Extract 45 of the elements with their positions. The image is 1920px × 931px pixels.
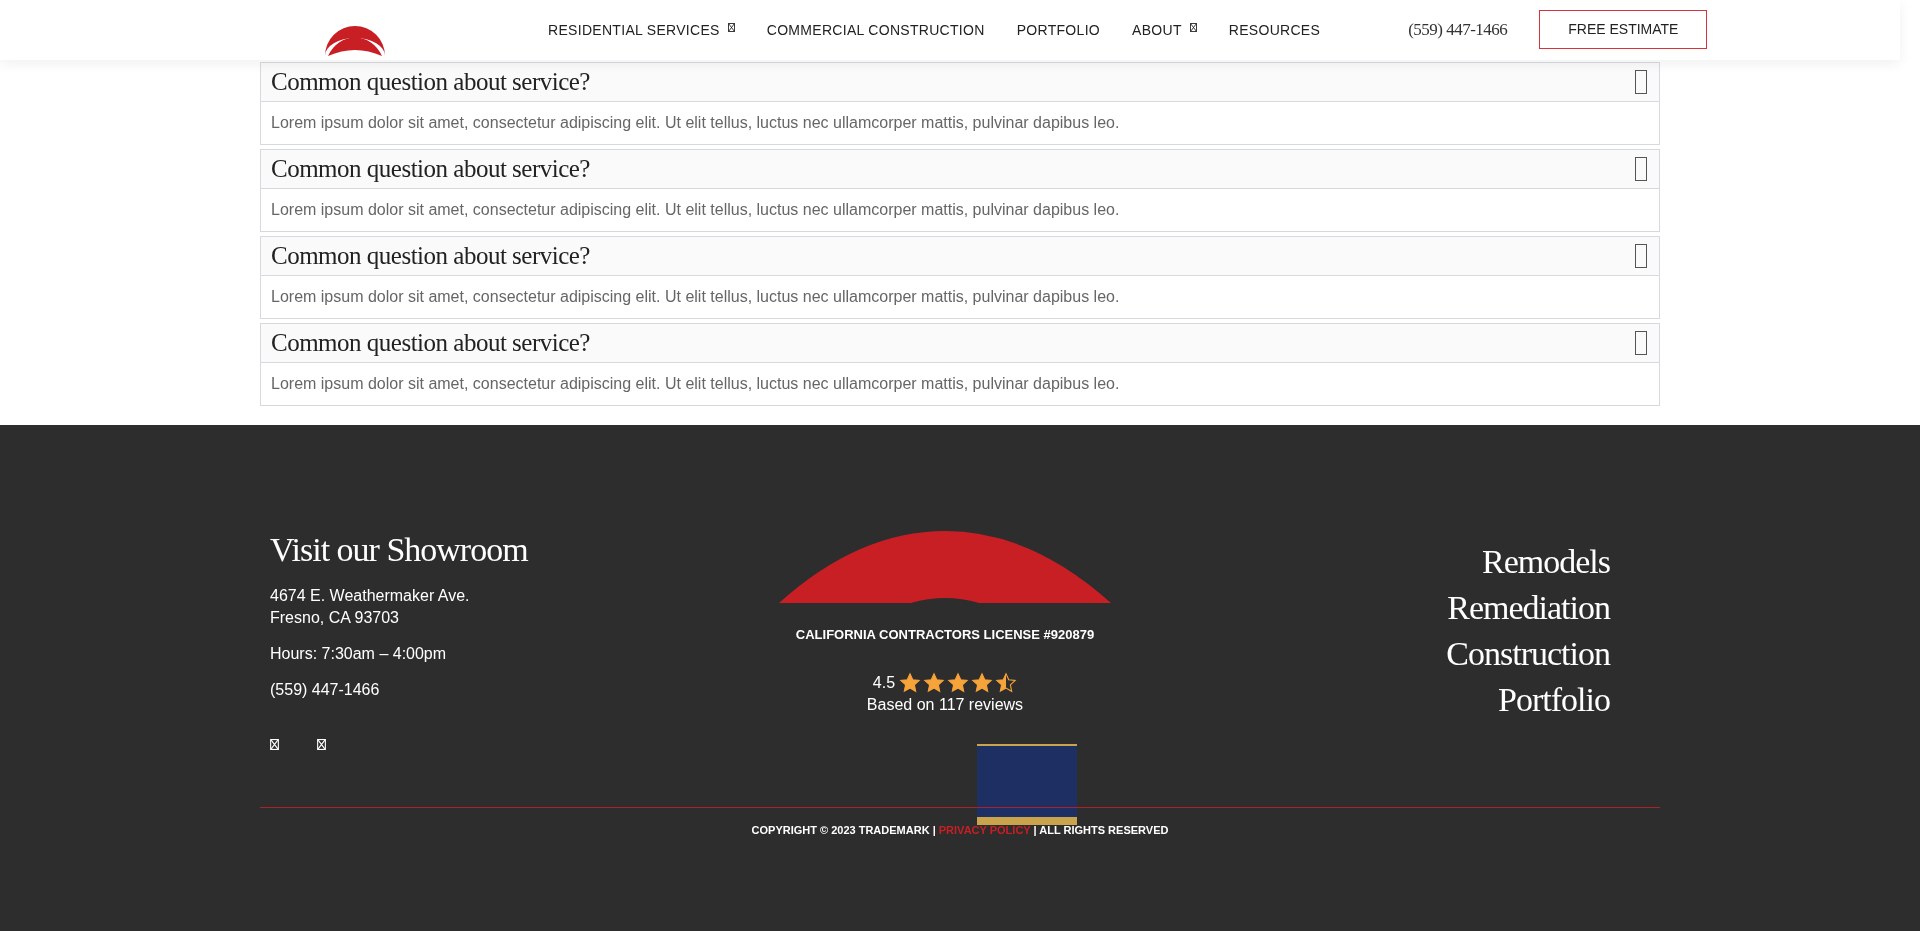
hours-text: Hours: 7:30am – 4:00pm <box>270 644 448 664</box>
address-text: 4674 E. Weathermaker Ave. Fresno, CA 93703 <box>270 586 471 628</box>
boxed-x-icon <box>727 22 735 32</box>
answer-text: Lorem ipsum dolor sit amet, consectetur adipiscing elit. Ut elit tellus, luctus nec ullamcorper mattis, pulvinar dapibus leo. <box>270 113 1121 133</box>
toggle-icon[interactable] <box>1635 331 1647 355</box>
question-text: Common question about service? <box>271 329 590 357</box>
nav-link[interactable]: RESIDENTIAL SERVICES <box>548 22 735 38</box>
star-icon <box>947 672 970 694</box>
star-icon <box>923 672 946 694</box>
phone-text: (559) 447-1466 <box>270 680 381 700</box>
boxed-x-icon <box>1189 22 1197 32</box>
showroom-heading: Visit our Showroom <box>270 531 529 569</box>
footer-link[interactable]: Remediation <box>1447 585 1610 631</box>
nav-link[interactable]: PORTFOLIO <box>1016 22 1100 38</box>
star-icon <box>995 672 1018 694</box>
answer-text: Lorem ipsum dolor sit amet, consectetur adipiscing elit. Ut elit tellus, luctus nec ullamcorper mattis, pulvinar dapibus leo. <box>270 200 1121 220</box>
boxed-x-icon[interactable] <box>270 739 279 750</box>
answer-text: Lorem ipsum dolor sit amet, consectetur adipiscing elit. Ut elit tellus, luctus nec ullamcorper mattis, pulvinar dapibus leo. <box>270 374 1121 394</box>
free-estimate-button[interactable]: FREE ESTIMATE <box>1539 9 1708 49</box>
rating-score: 4.5 <box>872 674 896 692</box>
toggle-icon[interactable] <box>1635 244 1647 268</box>
question-row[interactable]: Common question about service? <box>261 237 1659 276</box>
license-text: CALIFORNIA CONTRACTORS LICENSE #920879 <box>795 627 1095 642</box>
answer-text: Lorem ipsum dolor sit amet, consectetur adipiscing elit. Ut elit tellus, luctus nec ullamcorper mattis, pulvinar dapibus leo. <box>270 287 1121 307</box>
question-row[interactable]: Common question about service? <box>261 150 1659 189</box>
nav-link[interactable]: RESOURCES <box>1228 22 1321 38</box>
question-text: Common question about service? <box>271 68 590 96</box>
question-text: Common question about service? <box>271 242 590 270</box>
footer-link[interactable]: Construction <box>1446 631 1610 677</box>
logo-arc-icon[interactable] <box>779 531 1111 603</box>
question-row[interactable]: Common question about service? <box>261 63 1659 102</box>
toggle-icon[interactable] <box>1635 70 1647 94</box>
phone-link[interactable]: (559) 447-1466 <box>1408 20 1508 40</box>
copyright-text: COPYRIGHT © 2023 TRADEMARK | PRIVACY POLICY | ALL RIGHTS RESERVED <box>751 824 1169 836</box>
question-row[interactable]: Common question about service? <box>261 324 1659 363</box>
nav-link[interactable]: ABOUT <box>1132 22 1197 38</box>
toggle-icon[interactable] <box>1635 157 1647 181</box>
reviews-count: Based on 117 reviews <box>866 696 1024 714</box>
star-icon <box>899 672 922 694</box>
question-text: Common question about service? <box>271 155 590 183</box>
footer-link[interactable]: Remodels <box>1482 539 1610 585</box>
boxed-x-icon[interactable] <box>317 739 326 750</box>
star-icon <box>971 672 994 694</box>
footer-link[interactable]: Portfolio <box>1498 677 1610 723</box>
nav-link[interactable]: COMMERCIAL CONSTRUCTION <box>766 22 985 38</box>
